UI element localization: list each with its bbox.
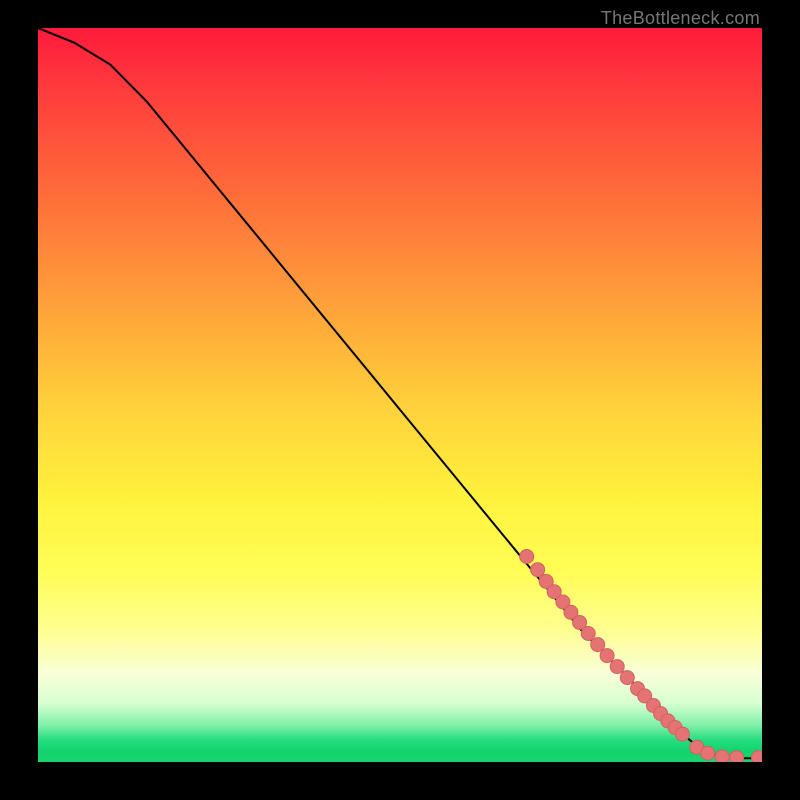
data-marker bbox=[730, 751, 744, 762]
data-marker bbox=[715, 750, 729, 762]
data-marker bbox=[675, 727, 689, 741]
watermark-text: TheBottleneck.com bbox=[601, 8, 760, 29]
data-marker bbox=[751, 751, 762, 762]
chart-frame: TheBottleneck.com bbox=[0, 0, 800, 800]
data-marker bbox=[591, 638, 605, 652]
data-marker bbox=[600, 649, 614, 663]
marker-layer bbox=[520, 550, 762, 763]
bottleneck-curve bbox=[38, 28, 762, 758]
data-marker bbox=[520, 550, 534, 564]
chart-svg bbox=[38, 28, 762, 762]
data-marker bbox=[610, 660, 624, 674]
data-marker bbox=[531, 563, 545, 577]
data-marker bbox=[701, 746, 715, 760]
data-marker bbox=[581, 627, 595, 641]
data-marker bbox=[620, 671, 634, 685]
plot-area bbox=[38, 28, 762, 762]
